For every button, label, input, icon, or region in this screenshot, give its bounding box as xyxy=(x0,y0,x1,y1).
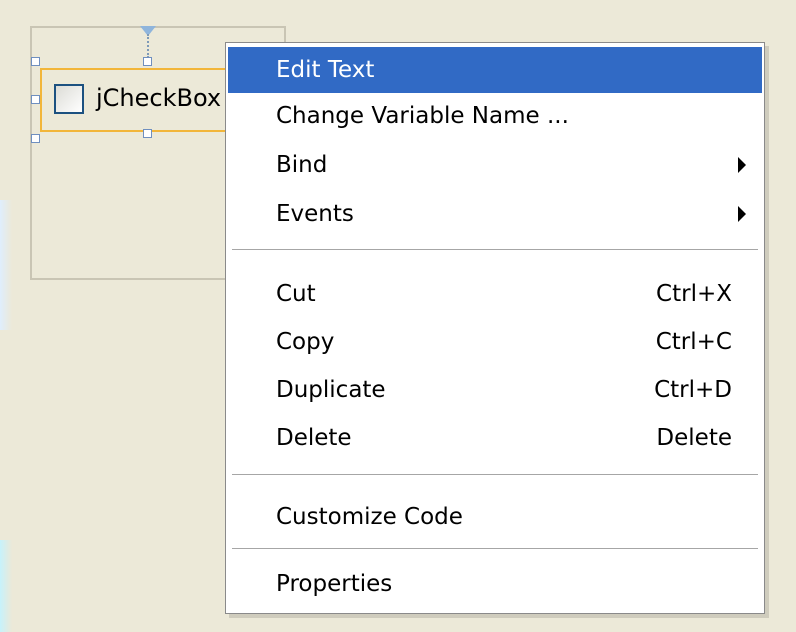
menu-item-bind[interactable]: Bind xyxy=(228,142,762,188)
menu-item-label: Change Variable Name ... xyxy=(276,103,569,129)
menu-item-shortcut: Ctrl+D xyxy=(654,377,732,403)
menu-separator xyxy=(232,548,758,550)
checkbox-label: jCheckBox xyxy=(96,84,222,112)
menu-item-shortcut: Delete xyxy=(656,425,732,451)
menu-item-edit-text[interactable]: Edit Text xyxy=(228,47,762,93)
anchor-line xyxy=(147,34,149,58)
resize-handle-bottom-left[interactable] xyxy=(31,134,40,143)
menu-separator xyxy=(232,474,758,476)
menu-separator xyxy=(232,249,758,251)
resize-handle-top-left[interactable] xyxy=(31,57,40,66)
menu-item-label: Properties xyxy=(276,571,393,597)
menu-item-change-variable-name[interactable]: Change Variable Name ... xyxy=(228,93,762,139)
left-edge-tint xyxy=(0,200,12,330)
menu-item-shortcut: Ctrl+X xyxy=(656,281,732,307)
left-edge-tint xyxy=(0,540,12,632)
menu-item-label: Delete xyxy=(276,425,352,451)
menu-item-properties[interactable]: Properties xyxy=(228,561,762,607)
resize-handle-bottom[interactable] xyxy=(143,129,152,138)
submenu-arrow-icon xyxy=(738,206,746,222)
menu-item-label: Copy xyxy=(276,329,335,355)
resize-handle-left[interactable] xyxy=(31,95,40,104)
menu-item-cut[interactable]: Cut Ctrl+X xyxy=(228,271,762,317)
menu-item-duplicate[interactable]: Duplicate Ctrl+D xyxy=(228,367,762,413)
menu-item-label: Customize Code xyxy=(276,504,463,530)
submenu-arrow-icon xyxy=(738,157,746,173)
menu-item-customize-code[interactable]: Customize Code xyxy=(228,494,762,540)
menu-item-events[interactable]: Events xyxy=(228,191,762,237)
menu-item-label: Edit Text xyxy=(276,57,375,83)
menu-item-label: Events xyxy=(276,201,354,227)
checkbox-icon[interactable] xyxy=(54,84,84,114)
menu-item-label: Cut xyxy=(276,281,316,307)
menu-item-copy[interactable]: Copy Ctrl+C xyxy=(228,319,762,365)
menu-item-label: Bind xyxy=(276,152,328,178)
menu-item-delete[interactable]: Delete Delete xyxy=(228,415,762,461)
menu-item-shortcut: Ctrl+C xyxy=(655,329,732,355)
resize-handle-top[interactable] xyxy=(143,57,152,66)
context-menu: Edit Text Change Variable Name ... Bind … xyxy=(225,42,765,614)
menu-item-label: Duplicate xyxy=(276,377,386,403)
